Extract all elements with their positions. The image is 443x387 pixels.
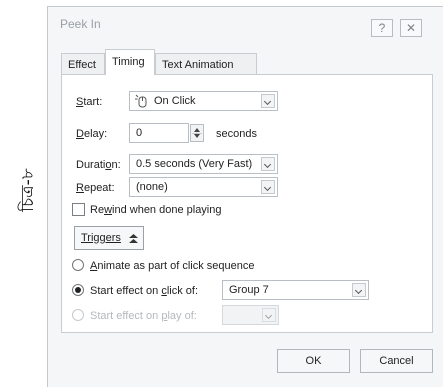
figure-caption: চিত্র-৮: [18, 168, 38, 212]
timing-panel: Start: On Click Delay: 0 seconds Duratio…: [61, 74, 433, 333]
rewind-checkbox[interactable]: [72, 203, 85, 216]
close-button[interactable]: ✕: [400, 19, 422, 37]
start-label: Start:: [76, 96, 103, 108]
help-icon: ?: [378, 21, 386, 35]
delay-spinner[interactable]: [190, 124, 204, 142]
spin-down-icon: [194, 134, 200, 138]
duration-dropdown[interactable]: 0.5 seconds (Very Fast): [129, 154, 278, 174]
chevron-down-icon: [261, 157, 275, 171]
mouse-click-icon: [135, 94, 147, 108]
start-on-play-label: Start effect on play of:: [90, 310, 197, 322]
start-on-click-label: Start effect on click of:: [90, 285, 199, 297]
delay-value: 0: [136, 127, 143, 139]
title-bar: Peek In ? ✕: [48, 7, 443, 41]
click-object-value: Group 7: [229, 284, 269, 296]
tab-effect[interactable]: Effect: [61, 53, 105, 75]
spin-up-icon: [194, 128, 200, 132]
chevron-down-icon: [261, 94, 275, 108]
animate-sequence-label: Animate as part of click sequence: [90, 260, 255, 272]
repeat-label: Repeat:: [76, 182, 115, 194]
duration-label: Duration:: [76, 159, 121, 171]
chevron-down-icon: [261, 180, 275, 194]
close-icon: ✕: [405, 21, 417, 35]
start-dropdown[interactable]: On Click: [129, 91, 278, 111]
chevron-down-icon: [352, 283, 366, 297]
ok-button[interactable]: OK: [277, 349, 350, 373]
radio-start-on-click[interactable]: [72, 284, 84, 296]
help-button[interactable]: ?: [371, 19, 393, 37]
delay-input[interactable]: 0: [129, 123, 189, 143]
double-chevron-up-icon: [129, 234, 138, 243]
radio-animate-sequence[interactable]: [72, 259, 84, 271]
triggers-button[interactable]: Triggers: [74, 226, 144, 250]
play-object-dropdown[interactable]: [222, 305, 279, 325]
repeat-dropdown[interactable]: (none): [129, 177, 278, 197]
repeat-value: (none): [136, 181, 168, 193]
rewind-label: Rewind when done playing: [90, 204, 222, 216]
delay-label: Delay:: [76, 128, 108, 140]
triggers-label: Triggers: [81, 232, 121, 244]
peek-in-dialog: Peek In ? ✕ Effect Timing Text Animation…: [47, 6, 443, 387]
radio-start-on-play[interactable]: [72, 309, 84, 321]
duration-value: 0.5 seconds (Very Fast): [136, 158, 253, 170]
cancel-button[interactable]: Cancel: [360, 349, 433, 373]
tab-timing[interactable]: Timing: [105, 49, 155, 75]
tab-text-animation[interactable]: Text Animation: [155, 53, 257, 75]
click-object-dropdown[interactable]: Group 7: [222, 280, 369, 300]
start-value: On Click: [154, 95, 196, 107]
dialog-title: Peek In: [60, 17, 101, 31]
chevron-down-icon: [262, 308, 276, 322]
delay-unit: seconds: [216, 128, 257, 140]
